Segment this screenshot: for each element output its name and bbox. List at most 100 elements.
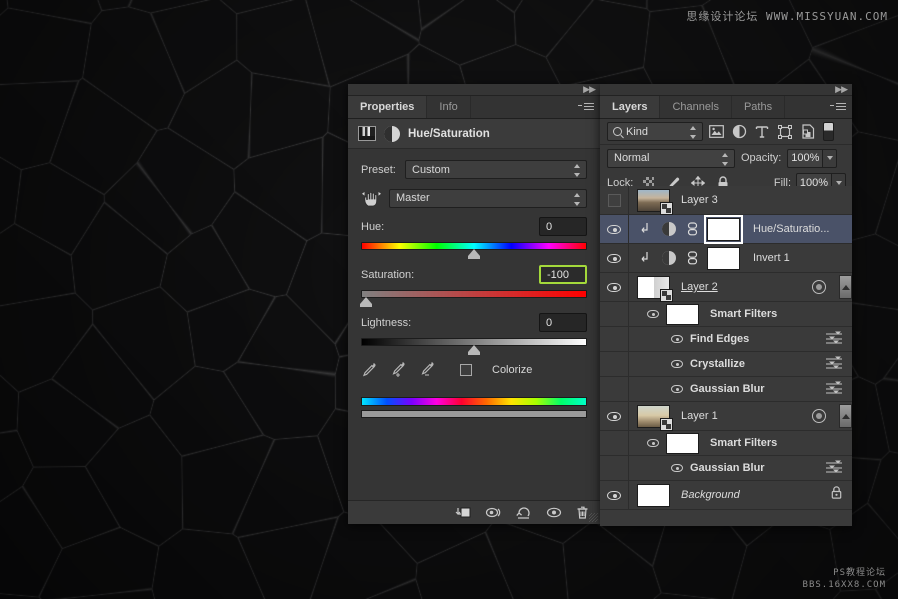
blend-mode-select[interactable]: Normal [607,148,735,168]
shape-filter-icon[interactable] [775,122,795,142]
layer-name[interactable]: Invert 1 [753,252,790,264]
layer-thumbnail[interactable] [637,275,673,302]
tab-channels[interactable]: Channels [660,96,732,118]
list-item[interactable]: Smart Filters [600,302,852,327]
opacity-input[interactable]: 100% [787,148,824,168]
filter-blending-options-icon[interactable] [826,356,842,370]
scrubby-hand-icon[interactable] [361,188,383,208]
eye-icon[interactable] [671,335,683,343]
filter-blending-options-icon[interactable] [826,331,842,345]
layer-thumbnail[interactable] [637,483,670,507]
channel-select[interactable]: Master [389,188,587,208]
filter-blending-options-icon[interactable] [826,381,842,395]
adjustment-layer-thumbnail[interactable] [662,251,676,265]
visibility-toggle[interactable] [600,186,629,214]
tab-layers[interactable]: Layers [600,96,661,118]
eye-icon[interactable] [647,310,659,318]
smart-filter-effects-icon[interactable] [812,280,826,294]
smart-filter-mask-thumbnail[interactable] [666,303,699,325]
smart-filter-mask-thumbnail[interactable] [666,432,699,454]
lightness-slider[interactable] [361,336,587,355]
table-row[interactable]: Layer 1 [600,402,852,431]
hue-slider[interactable] [361,240,587,259]
hue-value-input[interactable]: 0 [539,217,587,236]
eyedropper-add-icon[interactable] [390,361,406,379]
toggle-previous-state-icon[interactable] [485,505,502,520]
smart-filters-label: Smart Filters [710,308,778,320]
list-item[interactable]: Smart Filters [600,431,852,456]
eye-icon [607,490,621,500]
tab-info[interactable]: Info [427,96,471,118]
saturation-slider-thumb[interactable] [359,297,372,307]
saturation-slider[interactable] [359,288,587,307]
properties-panel-menu-icon[interactable] [578,101,594,113]
filter-name[interactable]: Find Edges [690,333,749,345]
colorize-checkbox[interactable] [460,364,472,376]
eyedropper-icon[interactable] [361,361,377,379]
table-row[interactable]: Layer 3 [600,186,852,215]
layer-mask-thumbnail[interactable] [707,246,740,270]
preset-select[interactable]: Custom [405,160,587,179]
collapse-filters-triangle[interactable] [839,275,852,299]
visibility-toggle[interactable] [600,481,629,509]
table-row[interactable]: Hue/Saturatio... [600,214,852,244]
collapse-panel-icon[interactable]: ▶▶ [583,85,596,94]
type-filter-icon[interactable] [752,122,772,142]
table-row[interactable]: Layer 2 [600,273,852,302]
eye-icon[interactable] [671,360,683,368]
filter-enable-toggle[interactable] [823,122,834,141]
filter-kind-select[interactable]: Kind [607,122,703,141]
layer-filter-row: Kind [600,119,852,145]
list-item[interactable]: Crystallize [600,352,852,377]
visibility-toggle[interactable] [600,244,629,272]
eye-icon [607,282,621,292]
toggle-visibility-icon[interactable] [545,505,562,520]
layer-name[interactable]: Layer 2 [681,281,718,293]
eye-icon[interactable] [671,464,683,472]
filter-name[interactable]: Gaussian Blur [690,383,765,395]
filter-name[interactable]: Gaussian Blur [690,462,765,474]
lightness-slider-thumb[interactable] [468,345,480,355]
watermark-bottom-line2: BBS.16XX8.COM [802,580,886,590]
layer-thumbnail[interactable] [637,404,673,431]
layer-name[interactable]: Layer 1 [681,410,718,422]
visibility-toggle[interactable] [600,215,629,243]
smart-filter-effects-icon[interactable] [812,409,826,423]
adjustment-filter-icon[interactable] [729,122,749,142]
pixel-filter-icon[interactable] [706,122,726,142]
link-mask-icon[interactable] [687,222,698,236]
saturation-value-input[interactable]: -100 [539,265,587,284]
link-mask-icon[interactable] [687,251,698,265]
layers-panel-menu-icon[interactable] [830,101,846,113]
list-item[interactable]: Gaussian Blur [600,456,852,481]
filter-name[interactable]: Crystallize [690,358,745,370]
tab-paths[interactable]: Paths [731,96,786,118]
lightness-value-input[interactable]: 0 [539,313,587,332]
opacity-stepper[interactable] [823,148,838,168]
clip-to-layer-icon[interactable] [455,505,472,520]
layer-mask-thumbnail[interactable] [704,214,743,244]
filter-blending-options-icon[interactable] [826,460,842,474]
table-row[interactable]: Background [600,481,852,510]
layer-name[interactable]: Background [681,489,740,501]
smart-object-filter-icon[interactable] [798,122,818,142]
layer-name[interactable]: Hue/Saturatio... [753,223,829,235]
eyedropper-subtract-icon[interactable] [419,361,435,379]
eye-icon[interactable] [671,385,683,393]
visibility-toggle[interactable] [600,402,629,430]
resize-grip-icon[interactable] [589,513,598,522]
collapse-panel-icon[interactable]: ▶▶ [835,85,848,94]
hue-slider-thumb[interactable] [468,249,480,259]
tab-properties[interactable]: Properties [348,96,428,118]
reset-icon[interactable] [515,505,532,520]
eye-icon[interactable] [647,439,659,447]
layer-thumbnail[interactable] [637,188,673,215]
visibility-toggle[interactable] [600,273,629,301]
list-item[interactable]: Find Edges [600,327,852,352]
table-row[interactable]: Invert 1 [600,244,852,273]
list-item[interactable]: Gaussian Blur [600,377,852,402]
properties-body: Preset: Custom Master Hue: 0 Saturation:… [348,149,600,418]
adjustment-layer-thumbnail[interactable] [662,222,676,236]
layer-name[interactable]: Layer 3 [681,194,718,206]
collapse-filters-triangle[interactable] [839,404,852,428]
